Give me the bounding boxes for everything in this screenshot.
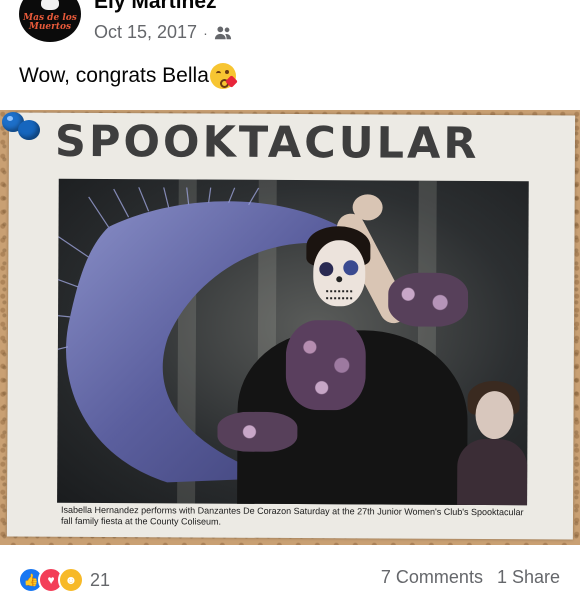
- avatar[interactable]: Mas de los Muertos: [19, 0, 81, 42]
- newspaper-photo: [57, 178, 529, 506]
- engagement-counts: 7 Comments 1 Share: [381, 567, 560, 588]
- newspaper-clipping: SPOOKTACULAR Isabella Hernandez performs…: [6, 112, 576, 540]
- kissing-face-with-heart-emoji: [209, 63, 238, 89]
- shares-count[interactable]: 1 Share: [497, 567, 560, 588]
- photo-caption: Isabella Hernandez performs with Danzant…: [60, 504, 524, 527]
- reaction-count[interactable]: 21: [90, 570, 110, 591]
- push-pin-icon: [2, 112, 40, 142]
- avatar-logo-text: Mas de los Muertos: [23, 13, 77, 32]
- post-message: Wow, congrats Bella: [19, 64, 209, 87]
- skull-icon: [41, 0, 59, 10]
- comments-count[interactable]: 7 Comments: [381, 567, 483, 588]
- author-name[interactable]: Ely Martinez: [94, 0, 217, 14]
- post-date[interactable]: Oct 15, 2017: [94, 22, 197, 43]
- friends-icon[interactable]: [214, 25, 232, 41]
- background-dancer-face: [475, 390, 514, 440]
- post-text: Wow, congrats Bella: [19, 63, 238, 89]
- newspaper-headline: SPOOKTACULAR: [54, 116, 480, 169]
- haha-icon: ☻: [58, 567, 84, 593]
- post-photo[interactable]: SPOOKTACULAR Isabella Hernandez performs…: [0, 110, 580, 545]
- post-meta: Oct 15, 2017 ·: [94, 22, 232, 43]
- dancer-ruffle-collar: [285, 319, 367, 411]
- sugar-skull-face: [313, 240, 366, 307]
- separator-dot: ·: [203, 24, 208, 41]
- reactions-summary[interactable]: 👍 ♥ ☻ 21: [18, 567, 110, 593]
- post-footer: 👍 ♥ ☻ 21 7 Comments 1 Share: [0, 545, 580, 593]
- dancer-sleeve: [387, 272, 469, 327]
- post-header: Mas de los Muertos Ely Martinez Oct 15, …: [0, 0, 580, 58]
